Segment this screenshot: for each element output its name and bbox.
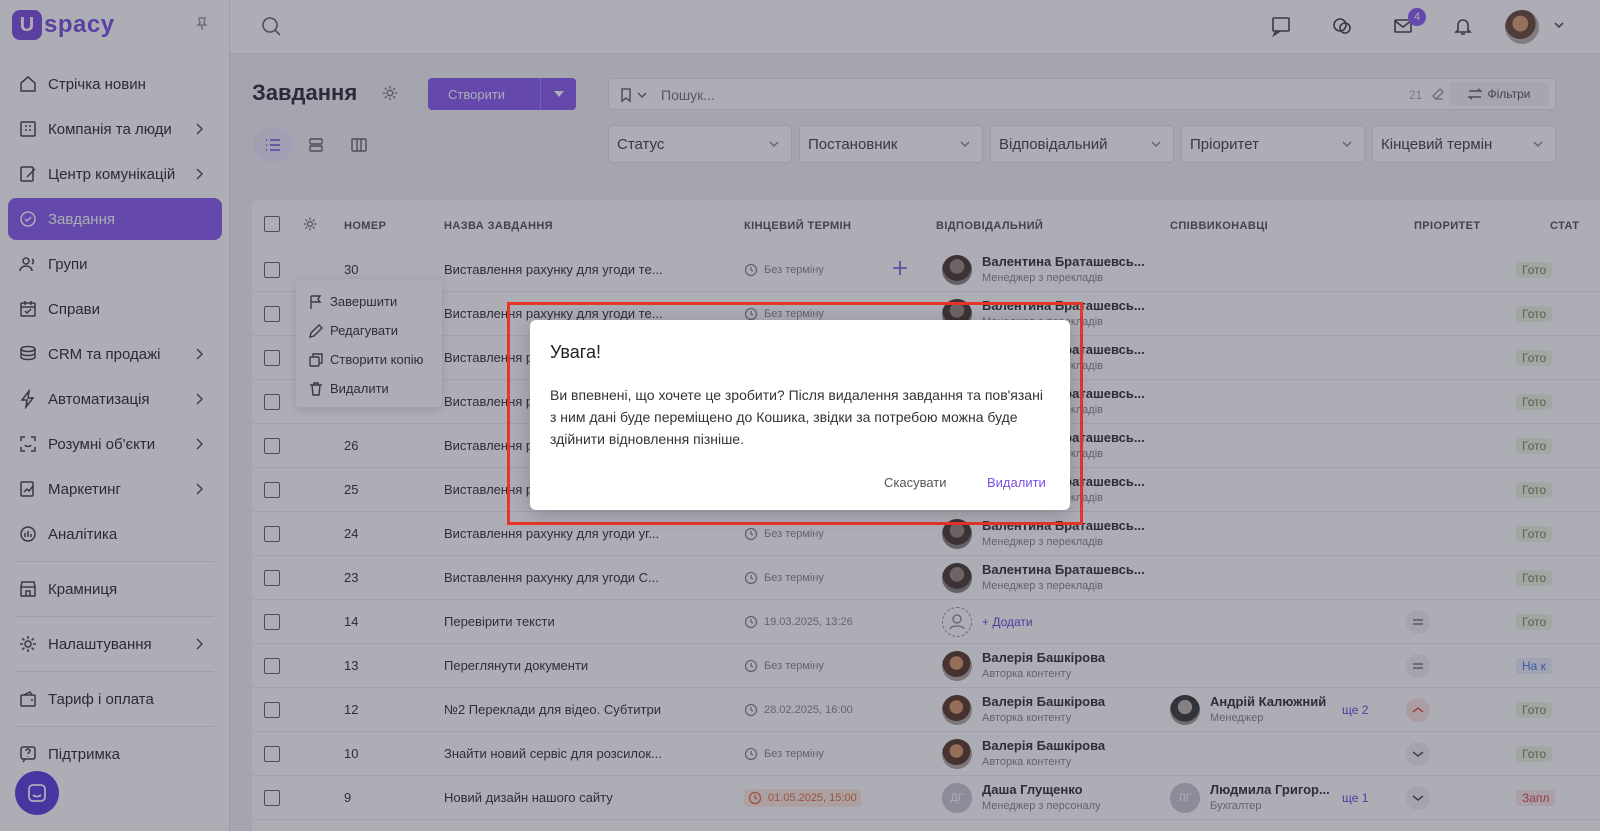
confirm-dialog: Увага! Ви впевнені, що хочете це зробити… <box>530 320 1070 510</box>
delete-button[interactable]: Видалити <box>987 475 1046 490</box>
dialog-message: Ви впевнені, що хочете це зробити? Після… <box>550 387 1043 447</box>
dialog-title: Увага! <box>550 342 601 362</box>
cancel-button[interactable]: Скасувати <box>884 475 947 490</box>
